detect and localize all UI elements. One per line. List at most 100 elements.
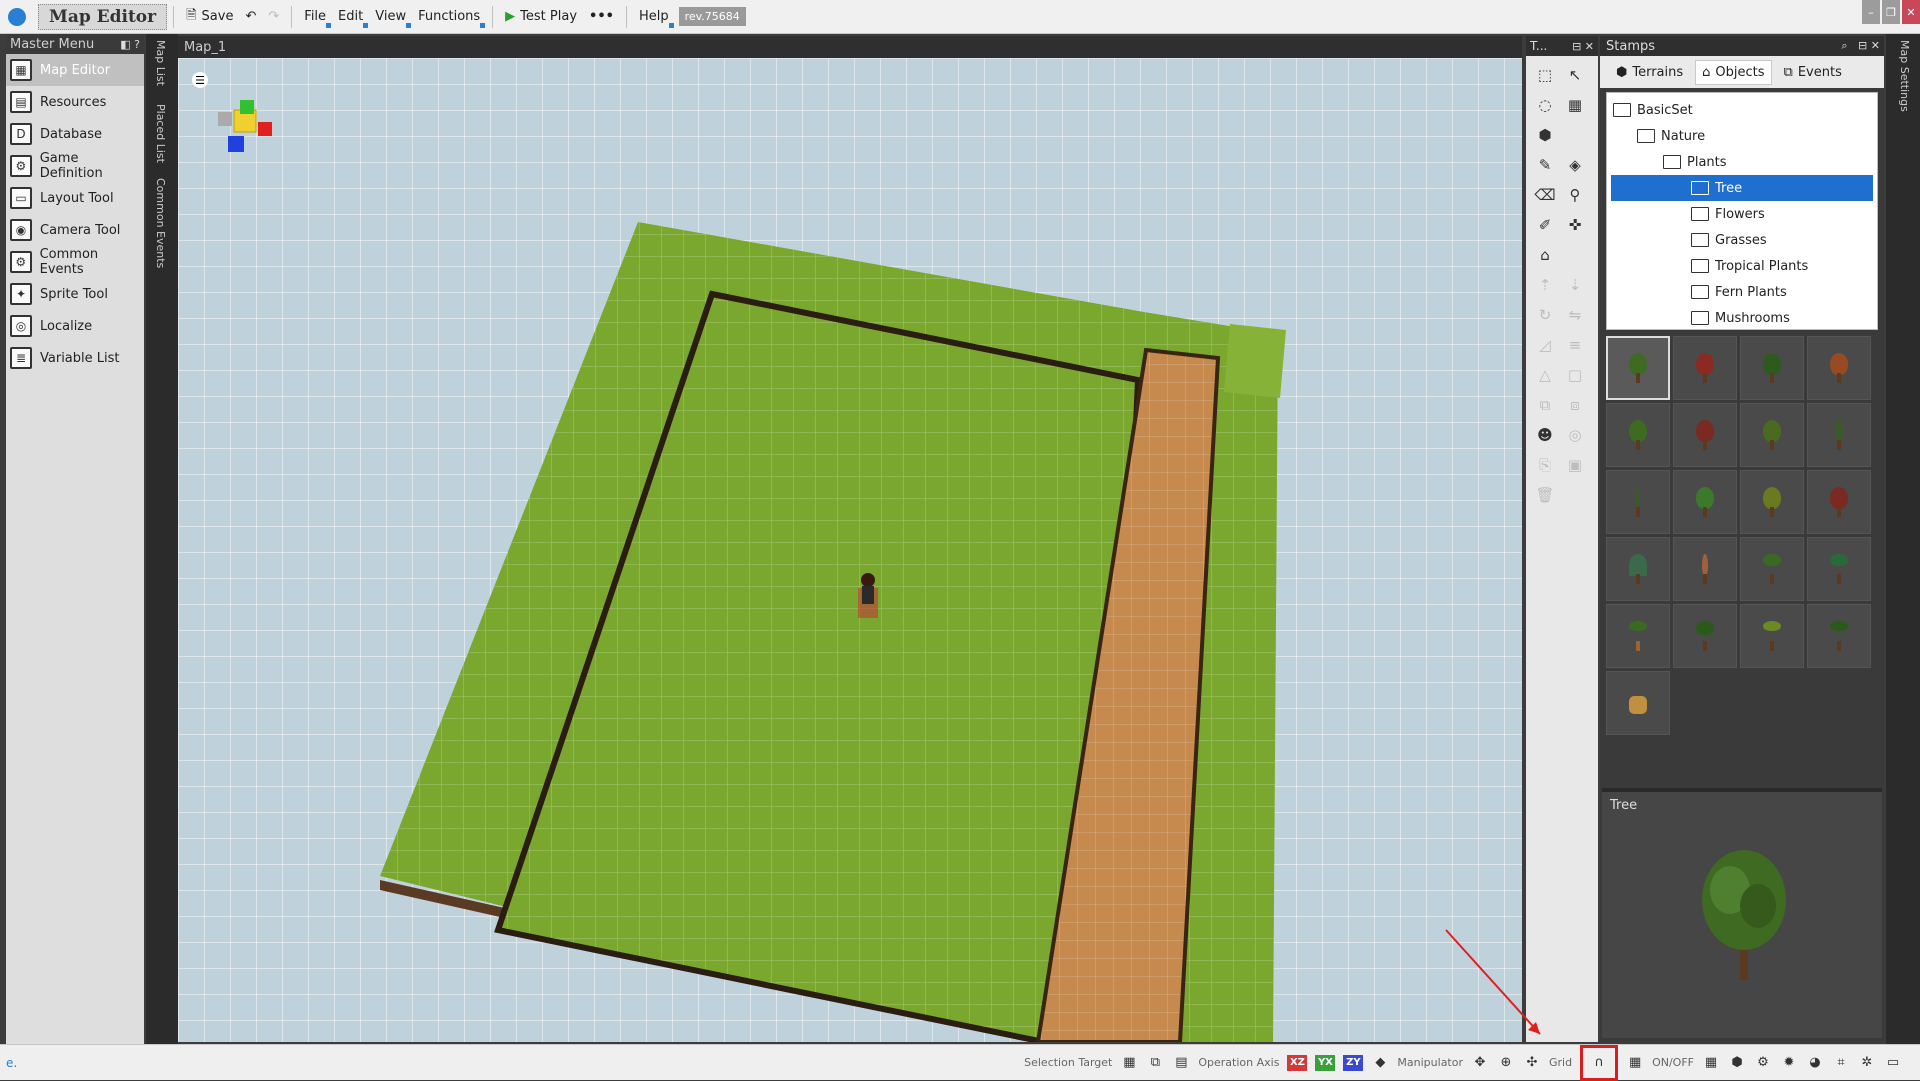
stamp-thumb[interactable]	[1673, 403, 1737, 467]
minimize-button[interactable]: –	[1862, 0, 1880, 24]
rect-select-icon[interactable]: ⬚	[1530, 60, 1560, 90]
menu-file[interactable]: File	[298, 4, 332, 30]
stamp-thumb[interactable]	[1740, 336, 1804, 400]
master-item-resources[interactable]: ▤ Resources	[6, 86, 144, 118]
cube-icon[interactable]: ⬢	[1530, 120, 1560, 150]
trash-icon[interactable]: 🗑	[1530, 480, 1560, 510]
layer-icon[interactable]: ≡	[1560, 330, 1590, 360]
redo-button[interactable]: ↷	[262, 4, 285, 30]
stamp-thumb[interactable]	[1673, 537, 1737, 601]
slope-icon[interactable]: ◿	[1530, 330, 1560, 360]
view-layer-icon[interactable]: ⬢	[1728, 1054, 1746, 1072]
pin-close-icon[interactable]: ⊟ ✕	[1572, 40, 1594, 53]
stamp-thumb[interactable]	[1606, 403, 1670, 467]
view-wire-icon[interactable]: ⌗	[1832, 1054, 1850, 1072]
tree-node-tree[interactable]: Tree	[1611, 175, 1873, 201]
eyedropper-icon[interactable]: ⚲	[1560, 180, 1590, 210]
stamp-icon[interactable]: ✜	[1560, 210, 1590, 240]
stamp-thumb[interactable]	[1740, 537, 1804, 601]
view-light-icon[interactable]: ✹	[1780, 1054, 1798, 1072]
menu-view[interactable]: View	[369, 4, 412, 30]
bucket-fill-icon[interactable]: ◈	[1560, 150, 1590, 180]
tree-node-plants[interactable]: Plants	[1611, 149, 1873, 175]
close-button[interactable]: ✕	[1902, 0, 1920, 24]
pencil-icon[interactable]: ✎	[1530, 150, 1560, 180]
scale-gizmo-icon[interactable]: ✣	[1523, 1054, 1541, 1072]
master-item-layout-tool[interactable]: ▭ Layout Tool	[6, 182, 144, 214]
menu-edit[interactable]: Edit	[332, 4, 369, 30]
axis-zy-button[interactable]: ZY	[1343, 1054, 1364, 1071]
eraser-icon[interactable]: ⌫	[1530, 180, 1560, 210]
tree-node-basicset[interactable]: BasicSet	[1611, 97, 1873, 123]
master-item-common-events[interactable]: ⚙ Common Events	[6, 246, 144, 278]
undo-button[interactable]: ↶	[239, 4, 262, 30]
tree-node-mushrooms[interactable]: Mushrooms	[1611, 305, 1873, 329]
house-icon[interactable]: ⌂	[1530, 240, 1560, 270]
target-icon[interactable]: ◎	[1560, 420, 1590, 450]
grid-toggle-icon[interactable]: ▦	[1626, 1054, 1644, 1072]
tree-node-tropical-plants[interactable]: Tropical Plants	[1611, 253, 1873, 279]
target-objects-icon[interactable]: ⧉	[1146, 1054, 1164, 1072]
pointer-select-icon[interactable]: ↖	[1560, 60, 1590, 90]
tab-map-list[interactable]: Map List	[154, 40, 167, 86]
viewport-tab[interactable]: Map_1	[178, 36, 1522, 58]
brush-icon[interactable]: ✐	[1530, 210, 1560, 240]
view-object-icon[interactable]: ⚙	[1754, 1054, 1772, 1072]
view-sphere-icon[interactable]: ◕	[1806, 1054, 1824, 1072]
view-particles-icon[interactable]: ✲	[1858, 1054, 1876, 1072]
target-events-icon[interactable]: ▤	[1172, 1054, 1190, 1072]
collapse-icon[interactable]: ◧ ?	[120, 38, 144, 51]
manipulator-icon[interactable]: ◆	[1371, 1054, 1389, 1072]
stamp-thumb[interactable]	[1606, 604, 1670, 668]
tree-node-nature[interactable]: Nature	[1611, 123, 1873, 149]
stamp-thumb[interactable]	[1606, 470, 1670, 534]
view-camera-icon[interactable]: ▭	[1884, 1054, 1902, 1072]
stamp-thumb[interactable]	[1673, 336, 1737, 400]
tab-placed-list[interactable]: Placed List	[154, 104, 167, 163]
duplicate-icon[interactable]: ⎘	[1530, 450, 1560, 480]
stamp-thumb[interactable]	[1807, 336, 1871, 400]
view-grid-icon[interactable]: ▦	[1702, 1054, 1720, 1072]
axis-yx-button[interactable]: YX	[1315, 1054, 1336, 1071]
test-play-button[interactable]: ▶ Test Play	[499, 4, 583, 30]
lasso-select-icon[interactable]: ◌	[1530, 90, 1560, 120]
tab-common-events[interactable]: Common Events	[154, 178, 167, 268]
search-icon[interactable]: ⌕ ⊟ ✕	[1841, 39, 1880, 53]
stamp-thumb[interactable]	[1807, 604, 1871, 668]
stamp-thumb[interactable]	[1606, 336, 1670, 400]
master-item-camera-tool[interactable]: ◉ Camera Tool	[6, 214, 144, 246]
tab-objects[interactable]: ⌂ Objects	[1695, 59, 1772, 85]
grid-magnet-button[interactable]: ∩	[1580, 1044, 1619, 1081]
tab-terrains[interactable]: ⬢ Terrains	[1610, 61, 1689, 84]
master-item-variable-list[interactable]: ≣ Variable List	[6, 342, 144, 374]
tab-events[interactable]: ⧉ Events	[1778, 61, 1848, 84]
master-item-game-definition[interactable]: ⚙ Game Definition	[6, 150, 144, 182]
triangle-icon[interactable]: △	[1530, 360, 1560, 390]
master-item-map-editor[interactable]: ▦ Map Editor	[6, 54, 144, 86]
raise-icon[interactable]: ⇡	[1530, 270, 1560, 300]
clipboard-icon[interactable]: ▣	[1560, 450, 1590, 480]
stamp-thumb[interactable]	[1606, 671, 1670, 735]
flip-icon[interactable]: ⇋	[1560, 300, 1590, 330]
paste-icon[interactable]: ⧈	[1560, 390, 1590, 420]
stamp-thumb[interactable]	[1807, 403, 1871, 467]
lower-icon[interactable]: ⇣	[1560, 270, 1590, 300]
tab-map-settings[interactable]: Map Settings	[1898, 40, 1911, 112]
maximize-button[interactable]: ❐	[1882, 0, 1900, 24]
master-item-localize[interactable]: ◎ Localize	[6, 310, 144, 342]
copy-icon[interactable]: ⧉	[1530, 390, 1560, 420]
grid-select-icon[interactable]: ▦	[1560, 90, 1590, 120]
terrain-map[interactable]	[178, 58, 1522, 1042]
target-grid-icon[interactable]: ▦	[1120, 1054, 1138, 1072]
menu-functions[interactable]: Functions	[412, 4, 486, 30]
stamp-thumb[interactable]	[1673, 470, 1737, 534]
tree-node-flowers[interactable]: Flowers	[1611, 201, 1873, 227]
rotate-gizmo-icon[interactable]: ⊕	[1497, 1054, 1515, 1072]
master-item-database[interactable]: D Database	[6, 118, 144, 150]
stamp-thumb[interactable]	[1740, 470, 1804, 534]
stamp-thumb[interactable]	[1740, 604, 1804, 668]
stamp-thumb[interactable]	[1807, 537, 1871, 601]
save-button[interactable]: 🗎 Save	[180, 4, 239, 30]
more-options-button[interactable]: •••	[583, 4, 620, 30]
tree-node-fern-plants[interactable]: Fern Plants	[1611, 279, 1873, 305]
